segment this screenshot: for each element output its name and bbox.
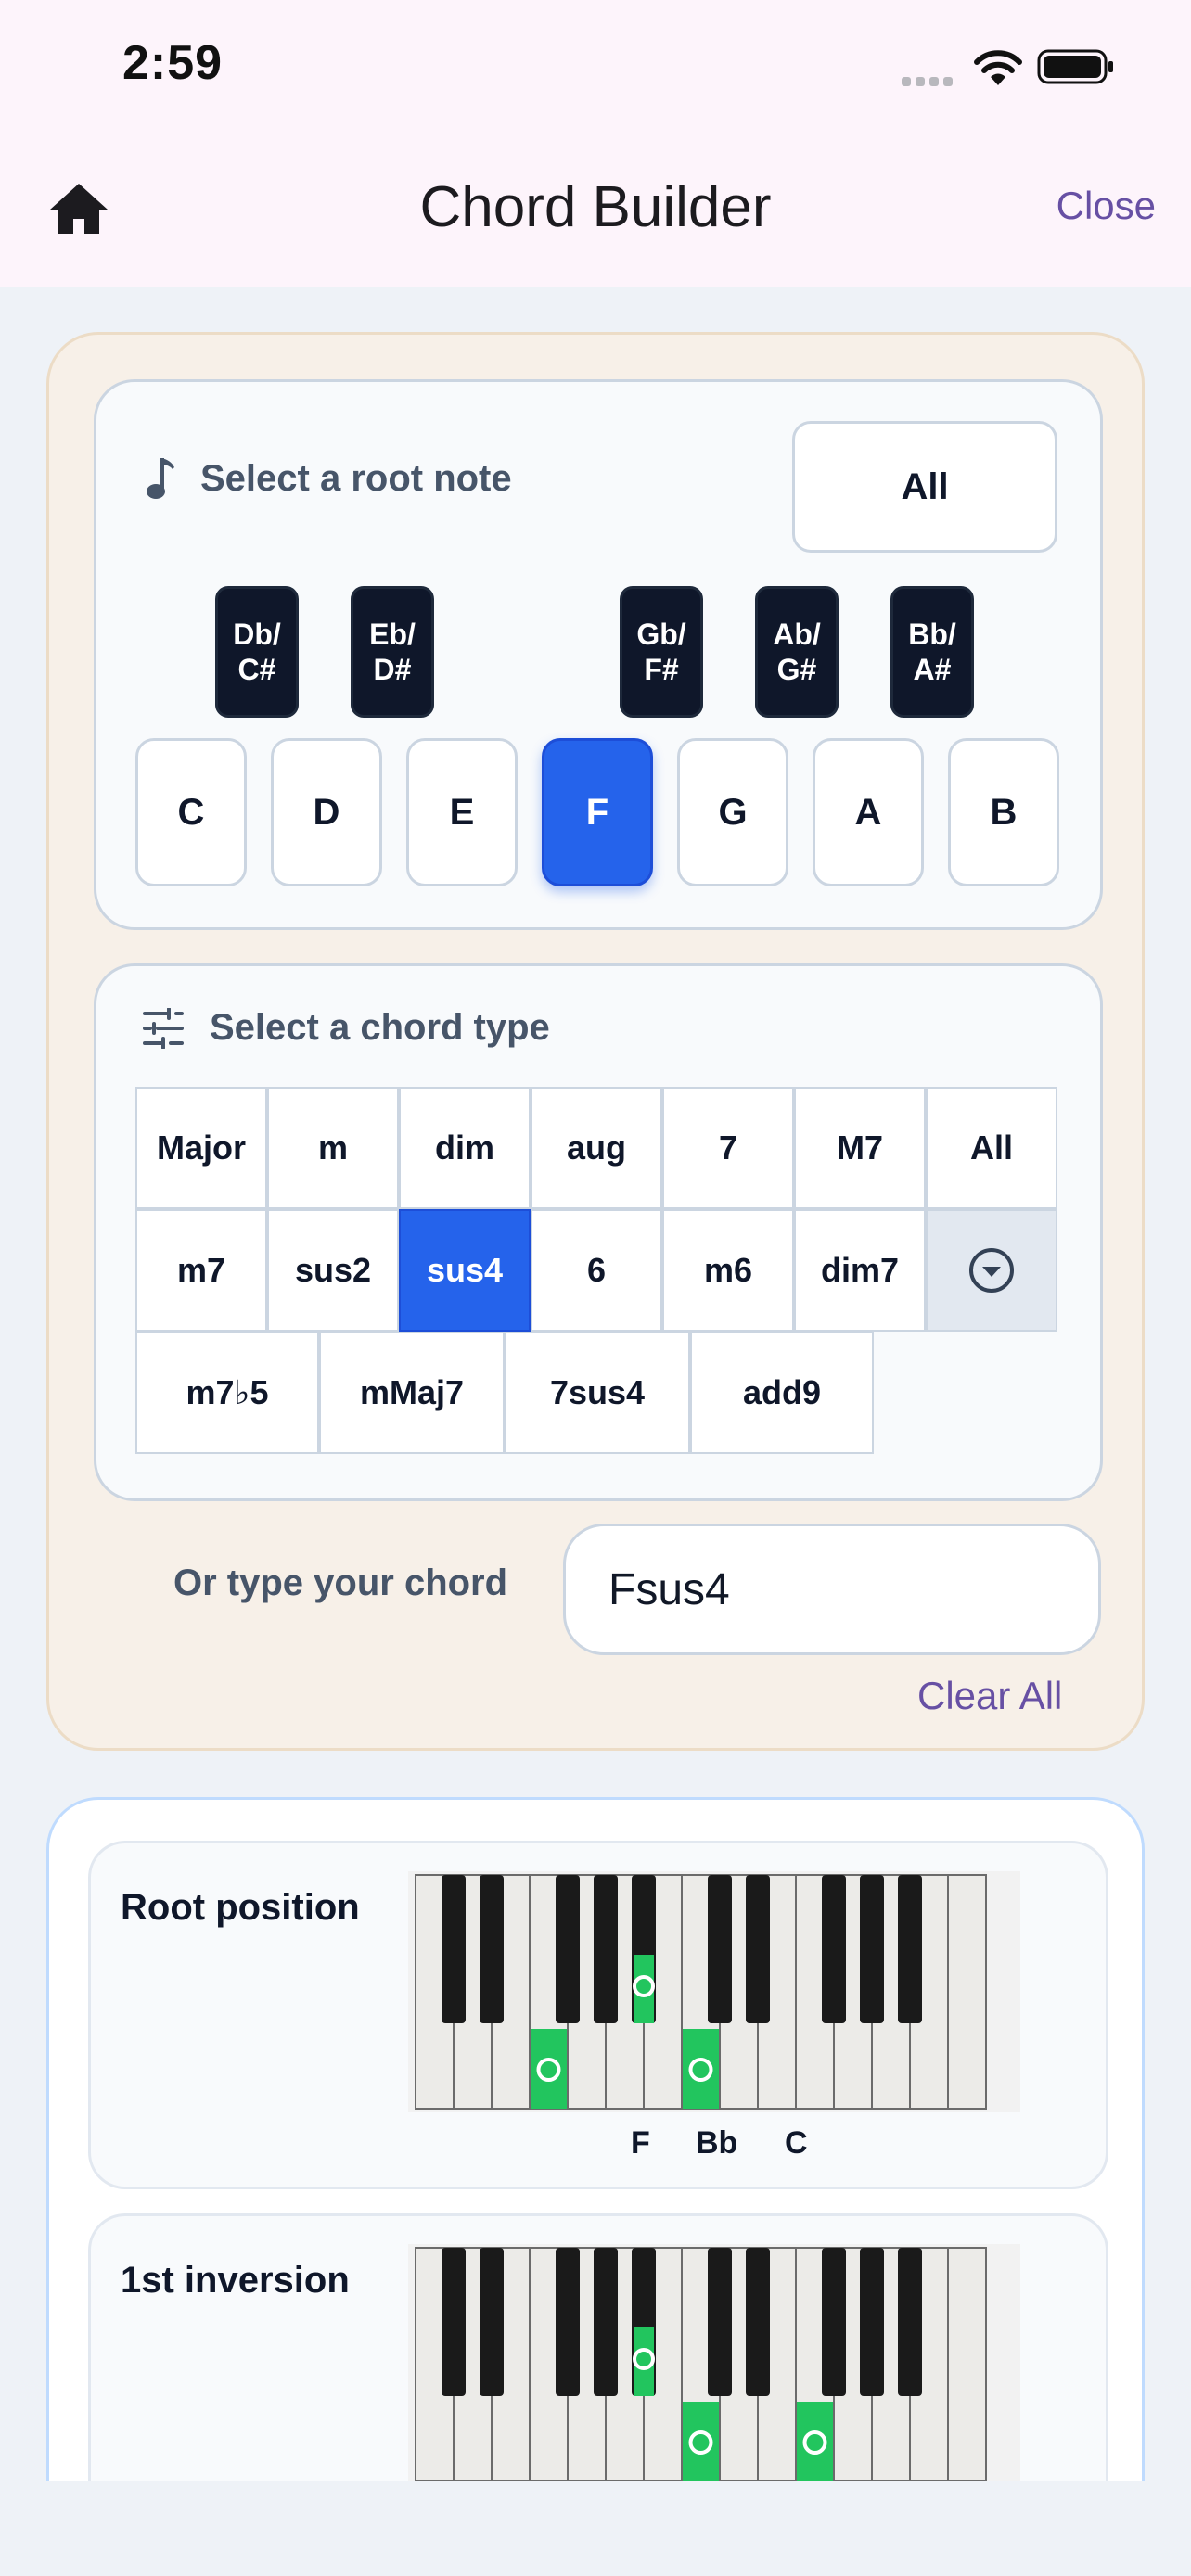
black-key-ab[interactable]: Ab/G# [755, 586, 839, 718]
voicing-card-root: Root position F Bb C [88, 1841, 1108, 2189]
chord-type-header: Select a chord type [141, 1007, 550, 1049]
chord-type-major[interactable]: Major [135, 1087, 267, 1209]
chord-type-7[interactable]: 7 [662, 1087, 794, 1209]
cellular-signal-icon [902, 74, 957, 91]
root-note-header: Select a root note [145, 456, 512, 501]
piano-black-key [442, 1875, 466, 2023]
voicings-panel: Root position F Bb C 1st inversion [46, 1797, 1145, 2576]
white-key-f[interactable]: F [542, 738, 653, 886]
white-key-b[interactable]: B [948, 738, 1059, 886]
black-key-eb[interactable]: Eb/D# [351, 586, 434, 718]
piano-black-key [480, 2248, 504, 2396]
chord-type-add9[interactable]: add9 [690, 1332, 874, 1454]
white-key-c[interactable]: C [135, 738, 247, 886]
black-key-bb[interactable]: Bb/A# [890, 586, 974, 718]
note-name: Bb [696, 2125, 738, 2161]
voicing-title: Root position [121, 1887, 360, 1928]
chord-type-mmaj7[interactable]: mMaj7 [319, 1332, 505, 1454]
note-name: F [631, 2125, 650, 2161]
page-title: Chord Builder [419, 175, 772, 239]
piano-diagram [408, 2244, 1020, 2485]
piano-black-key [480, 1875, 504, 2023]
chevron-down-circle-icon [969, 1248, 1014, 1293]
piano-black-key [594, 2248, 618, 2396]
piano-black-key [746, 1875, 770, 2023]
tune-icon [143, 1007, 184, 1049]
root-note-label: Select a root note [200, 457, 512, 499]
status-time: 2:59 [122, 36, 224, 90]
chord-type-minor[interactable]: m [267, 1087, 399, 1209]
piano-white-key [947, 2247, 987, 2482]
chord-type-m6[interactable]: m6 [662, 1209, 794, 1332]
top-bar: 2:59 Chord Builder Close [0, 0, 1191, 287]
white-key-e[interactable]: E [406, 738, 518, 886]
piano-black-key [746, 2248, 770, 2396]
chord-type-7sus4[interactable]: 7sus4 [505, 1332, 690, 1454]
chord-type-all[interactable]: All [926, 1087, 1057, 1209]
chord-type-label: Select a chord type [210, 1007, 550, 1048]
voicing-title: 1st inversion [121, 2260, 350, 2301]
chord-builder-panel: Select a root note All Db/C# Eb/D# Gb/F#… [46, 332, 1145, 1751]
chord-type-m7[interactable]: m7 [135, 1209, 267, 1332]
piano-white-key [947, 1874, 987, 2110]
bottom-bar [0, 2481, 1191, 2576]
chord-type-m7b5[interactable]: m7♭5 [135, 1332, 319, 1454]
root-note-card: Select a root note All Db/C# Eb/D# Gb/F#… [94, 379, 1103, 930]
music-note-icon [147, 458, 174, 499]
clear-all-button[interactable]: Clear All [917, 1674, 1062, 1718]
close-button[interactable]: Close [1057, 184, 1156, 228]
white-key-a[interactable]: A [813, 738, 924, 886]
piano-black-key [556, 2248, 580, 2396]
piano-diagram [408, 1871, 1020, 2112]
battery-icon [1037, 49, 1113, 84]
chord-type-dim[interactable]: dim [399, 1087, 531, 1209]
all-roots-button[interactable]: All [792, 421, 1057, 553]
piano-black-key [822, 1875, 846, 2023]
white-key-g[interactable]: G [677, 738, 788, 886]
chord-type-aug[interactable]: aug [531, 1087, 662, 1209]
piano-black-key [556, 1875, 580, 2023]
collapse-types-button[interactable] [926, 1209, 1057, 1332]
chord-type-sus4[interactable]: sus4 [399, 1209, 531, 1332]
wifi-icon [974, 50, 1022, 85]
chord-type-sus2[interactable]: sus2 [267, 1209, 399, 1332]
chord-type-6[interactable]: 6 [531, 1209, 662, 1332]
chord-type-card: Select a chord type Major m dim aug 7 M7… [94, 963, 1103, 1501]
black-key-db[interactable]: Db/C# [215, 586, 299, 718]
type-chord-label: Or type your chord [173, 1562, 508, 1603]
piano-black-key [898, 1875, 922, 2023]
black-key-gb[interactable]: Gb/F# [620, 586, 703, 718]
chord-type-maj7[interactable]: M7 [794, 1087, 926, 1209]
chord-type-dim7[interactable]: dim7 [794, 1209, 926, 1332]
piano-black-key [442, 2248, 466, 2396]
piano-black-key [708, 1875, 732, 2023]
piano-black-key [594, 1875, 618, 2023]
note-name: C [785, 2125, 808, 2161]
piano-black-key [822, 2248, 846, 2396]
piano-black-key [898, 2248, 922, 2396]
piano-black-key [708, 2248, 732, 2396]
chord-text-input[interactable] [563, 1524, 1101, 1655]
piano-black-key [860, 2248, 884, 2396]
piano-black-key [860, 1875, 884, 2023]
white-key-d[interactable]: D [271, 738, 382, 886]
